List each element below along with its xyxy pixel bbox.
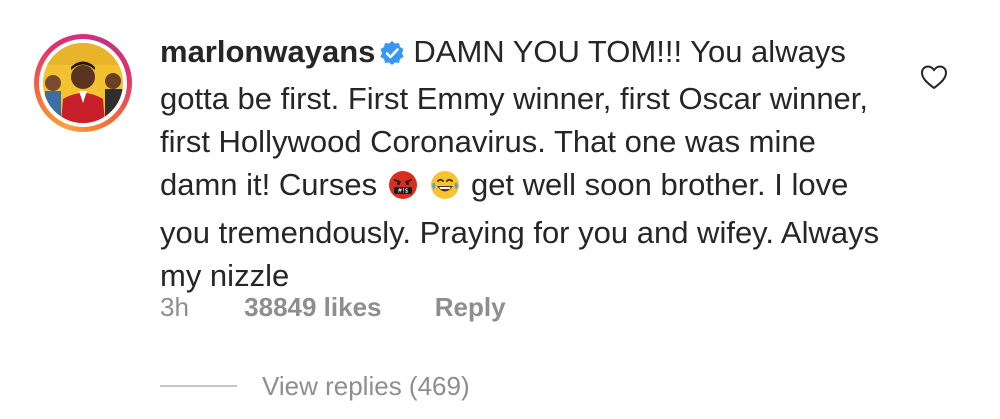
avatar-photo	[43, 43, 123, 123]
username-link[interactable]: marlonwayans	[160, 34, 375, 69]
view-replies-button[interactable]: View replies (469)	[262, 369, 470, 403]
tears-of-joy-emoji	[430, 168, 460, 211]
replies-divider	[160, 385, 237, 387]
comment-time: 3h	[160, 292, 189, 322]
heart-outline-icon[interactable]	[919, 62, 949, 92]
reply-button[interactable]: Reply	[435, 290, 506, 324]
avatar-story-ring[interactable]	[34, 34, 132, 132]
comment: marlonwayans DAMN YOU TOM!!! You always …	[0, 0, 1000, 419]
avatar[interactable]	[43, 43, 123, 123]
verified-badge-icon	[379, 34, 405, 77]
likes-count-button[interactable]: 38849 likes	[244, 290, 381, 324]
angry-cursing-face-emoji: #!$	[388, 168, 418, 211]
comment-body: marlonwayans DAMN YOU TOM!!! You always …	[160, 30, 880, 297]
comment-meta: 3h 38849 likes Reply	[160, 290, 506, 324]
svg-text:#!$: #!$	[397, 188, 408, 195]
